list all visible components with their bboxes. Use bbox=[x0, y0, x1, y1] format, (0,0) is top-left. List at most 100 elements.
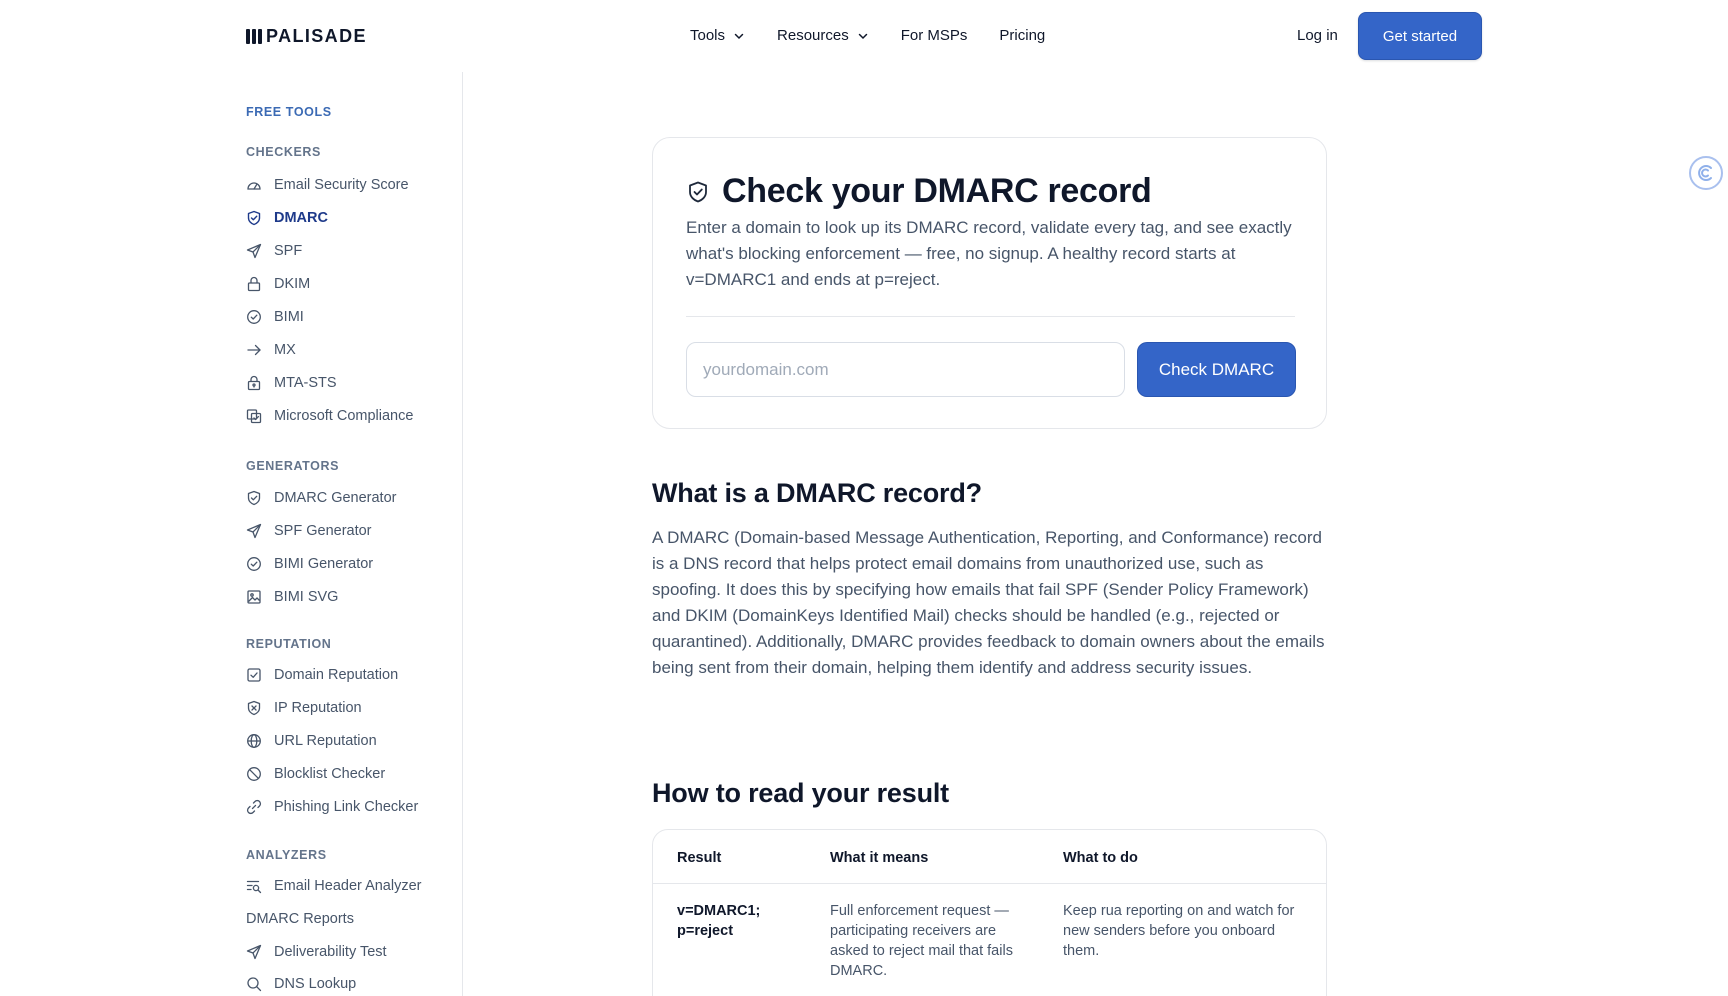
link-icon bbox=[246, 799, 262, 815]
sidebar-item-spf-generator[interactable]: SPF Generator bbox=[246, 519, 372, 543]
sidebar-section-analyzers: ANALYZERS bbox=[246, 848, 327, 862]
nav-resources[interactable]: Resources bbox=[777, 24, 869, 48]
table-cell-meaning: Full enforcement request — participating… bbox=[830, 903, 1013, 979]
results-heading: How to read your result bbox=[652, 778, 949, 808]
main-nav: Tools Resources For MSPs Pricing bbox=[690, 24, 1045, 48]
sidebar-item-domain-reputation[interactable]: Domain Reputation bbox=[246, 663, 398, 687]
column-header-result: Result bbox=[677, 850, 722, 866]
sidebar-item-dmarc[interactable]: DMARC bbox=[246, 206, 328, 230]
sidebar-item-label: DMARC Reports bbox=[246, 911, 354, 927]
sidebar-item-label: BIMI Generator bbox=[274, 556, 374, 572]
sidebar-item-label: Domain Reputation bbox=[274, 667, 399, 683]
sidebar-item-dmarc-reports[interactable]: DMARC Reports bbox=[246, 907, 354, 931]
nav-tools[interactable]: Tools bbox=[690, 24, 745, 48]
sidebar-item-label: Deliverability Test bbox=[274, 944, 387, 960]
sidebar-item-deliverability-test[interactable]: Deliverability Test bbox=[246, 940, 387, 964]
sidebar-item-url-reputation[interactable]: URL Reputation bbox=[246, 729, 377, 753]
sidebar-item-dmarc-generator[interactable]: DMARC Generator bbox=[246, 486, 396, 510]
sidebar-item-label: Email Security Score bbox=[274, 177, 409, 193]
sidebar-title: FREE TOOLS bbox=[246, 105, 332, 119]
dmarc-checker-card: Check your DMARC record Enter a domain t… bbox=[652, 137, 1327, 429]
sidebar-item-label: DNS Lookup bbox=[274, 976, 357, 992]
sidebar-item-label: SPF Generator bbox=[274, 523, 372, 539]
about-body: A DMARC (Domain-based Message Authentica… bbox=[652, 528, 1325, 677]
sidebar-item-label: BIMI bbox=[274, 309, 304, 325]
nav-pricing-label: Pricing bbox=[999, 27, 1046, 44]
logo-mark-icon bbox=[246, 28, 262, 44]
sidebar-section-generators: GENERATORS bbox=[246, 459, 340, 473]
sidebar-item-label: MTA-STS bbox=[274, 375, 337, 391]
sidebar-item-dns-lookup[interactable]: DNS Lookup bbox=[246, 972, 356, 996]
about-heading: What is a DMARC record? bbox=[652, 478, 982, 508]
arrow-right-icon bbox=[247, 344, 261, 356]
shield-check-icon bbox=[247, 210, 261, 226]
sidebar-item-ip-reputation[interactable]: IP Reputation bbox=[246, 696, 362, 720]
image-icon bbox=[247, 590, 261, 604]
login-link[interactable]: Log in bbox=[1297, 24, 1338, 48]
column-header-meaning: What it means bbox=[830, 850, 929, 866]
sidebar-item-email-security-score[interactable]: Email Security Score bbox=[246, 173, 409, 197]
sidebar-item-mta-sts[interactable]: MTA-STS bbox=[246, 371, 337, 395]
nav-for-msps-label: For MSPs bbox=[900, 27, 968, 44]
sidebar-item-label: URL Reputation bbox=[274, 733, 377, 749]
sidebar-item-bimi-svg[interactable]: BIMI SVG bbox=[246, 585, 338, 609]
shield-check-icon bbox=[689, 181, 707, 202]
badge-check-icon bbox=[247, 557, 261, 571]
sidebar-item-label: SPF bbox=[274, 243, 303, 259]
send-icon bbox=[246, 243, 262, 259]
checkbox-icon bbox=[247, 668, 261, 682]
divider bbox=[686, 316, 1295, 317]
sidebar-item-label: DMARC bbox=[274, 210, 328, 226]
table-cell-result: v=DMARC1; p=reject bbox=[677, 903, 761, 939]
table-cell-action: Keep rua reporting on and watch for new … bbox=[1063, 903, 1295, 959]
shield-x-icon bbox=[247, 700, 261, 716]
globe-icon bbox=[247, 734, 261, 748]
chevron-down-icon bbox=[858, 33, 867, 40]
search-icon bbox=[247, 977, 262, 992]
ban-icon bbox=[247, 767, 261, 781]
check-dmarc-button[interactable]: Check DMARC bbox=[1137, 342, 1296, 397]
floating-assistant-button[interactable] bbox=[1689, 156, 1723, 190]
sidebar-item-label: Blocklist Checker bbox=[274, 766, 386, 782]
nav-resources-label: Resources bbox=[777, 27, 849, 44]
text-search-icon bbox=[246, 880, 262, 894]
sidebar-item-mx[interactable]: MX bbox=[246, 338, 296, 362]
sidebar-item-label: BIMI SVG bbox=[274, 589, 339, 605]
sidebar: FREE TOOLS CHECKERS Email Security Score… bbox=[0, 72, 463, 996]
sidebar-section-reputation: REPUTATION bbox=[246, 637, 332, 651]
assistant-icon bbox=[1698, 165, 1712, 181]
sidebar-item-bimi-generator[interactable]: BIMI Generator bbox=[246, 552, 373, 576]
sidebar-item-label: DKIM bbox=[274, 276, 311, 292]
sidebar-item-bimi[interactable]: BIMI bbox=[246, 305, 304, 329]
sidebar-item-email-header-analyzer[interactable]: Email Header Analyzer bbox=[246, 874, 422, 898]
nav-pricing[interactable]: Pricing bbox=[999, 24, 1045, 48]
card-heading: Check your DMARC record bbox=[686, 172, 1152, 211]
get-started-button[interactable]: Get started bbox=[1358, 12, 1482, 60]
compliance-icon bbox=[246, 409, 262, 424]
table-header-divider bbox=[653, 883, 1326, 884]
page-title: Check your DMARC record bbox=[722, 172, 1152, 210]
sidebar-section-checkers: CHECKERS bbox=[246, 145, 321, 159]
gauge-icon bbox=[247, 182, 261, 190]
chevron-down-icon bbox=[734, 33, 744, 40]
lock-keyhole-icon bbox=[247, 375, 261, 391]
domain-input[interactable] bbox=[686, 342, 1125, 397]
column-header-action: What to do bbox=[1063, 850, 1138, 866]
site-header: PALISADE Tools Resources For MSPs Pricin… bbox=[0, 0, 1728, 72]
nav-for-msps[interactable]: For MSPs bbox=[901, 24, 968, 48]
lock-icon bbox=[247, 276, 261, 292]
send-icon bbox=[246, 944, 262, 960]
sidebar-item-microsoft-compliance[interactable]: Microsoft Compliance bbox=[246, 404, 413, 428]
sidebar-item-dkim[interactable]: DKIM bbox=[246, 272, 310, 296]
checker-description: Enter a domain to look up its DMARC reco… bbox=[686, 218, 1292, 289]
sidebar-item-label: Microsoft Compliance bbox=[274, 408, 414, 424]
sidebar-item-label: DMARC Generator bbox=[274, 490, 397, 506]
sidebar-item-label: MX bbox=[274, 342, 296, 358]
sidebar-item-label: Phishing Link Checker bbox=[274, 799, 419, 815]
shield-check-icon bbox=[247, 490, 261, 506]
sidebar-item-spf[interactable]: SPF bbox=[246, 239, 302, 263]
sidebar-item-blocklist-checker[interactable]: Blocklist Checker bbox=[246, 762, 385, 786]
logo[interactable]: PALISADE bbox=[246, 24, 367, 48]
sidebar-item-phishing-link-checker[interactable]: Phishing Link Checker bbox=[246, 795, 418, 819]
nav-tools-label: Tools bbox=[690, 27, 726, 44]
